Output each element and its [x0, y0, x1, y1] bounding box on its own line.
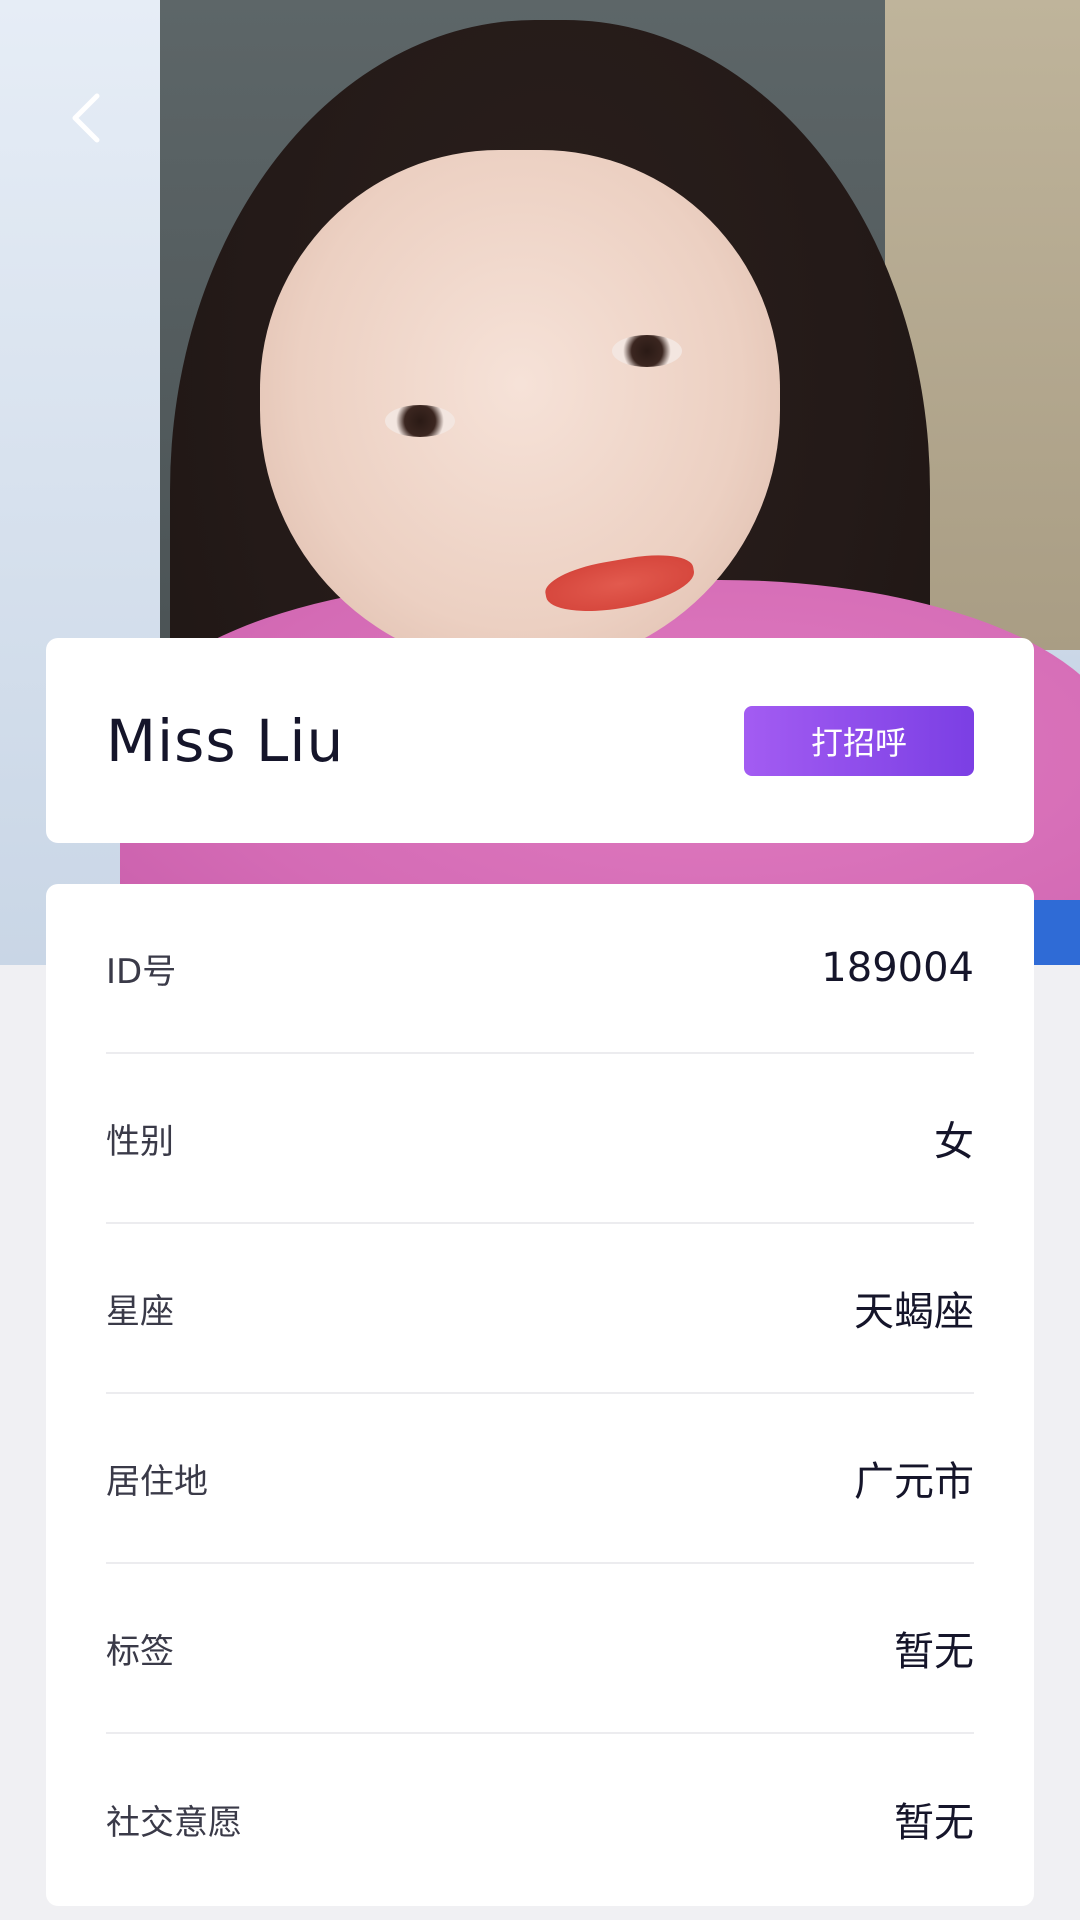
- greet-button[interactable]: 打招呼: [744, 705, 974, 776]
- info-row-tags: 标签 暂无: [106, 1564, 974, 1734]
- info-value: 广元市: [854, 1459, 974, 1505]
- name-card: Miss Liu 打招呼: [46, 638, 1034, 843]
- info-card: ID号 189004 性别 女 星座 天蝎座 居住地 广元市 标签 暂无 社交意…: [46, 884, 1034, 1906]
- info-row-constellation: 星座 天蝎座: [106, 1224, 974, 1394]
- profile-page: Miss Liu 打招呼 ID号 189004 性别 女 星座 天蝎座 居住地 …: [0, 0, 1080, 1920]
- info-label: 社交意愿: [106, 1802, 242, 1843]
- info-value: 189004: [821, 945, 974, 991]
- info-row-gender: 性别 女: [106, 1054, 974, 1224]
- info-value: 天蝎座: [854, 1289, 974, 1335]
- info-label: ID号: [106, 951, 177, 992]
- info-value: 暂无: [894, 1800, 974, 1846]
- info-row-residence: 居住地 广元市: [106, 1394, 974, 1564]
- info-row-id: ID号 189004: [106, 884, 974, 1054]
- chevron-left-icon: [72, 93, 100, 143]
- info-label: 标签: [106, 1631, 174, 1672]
- back-button[interactable]: [55, 88, 115, 148]
- info-value: 暂无: [894, 1629, 974, 1675]
- info-label: 性别: [106, 1121, 174, 1162]
- info-label: 星座: [106, 1291, 174, 1332]
- info-label: 居住地: [106, 1461, 208, 1502]
- profile-name: Miss Liu: [106, 706, 345, 775]
- info-row-social-intent: 社交意愿 暂无: [106, 1734, 974, 1904]
- info-value: 女: [934, 1119, 974, 1165]
